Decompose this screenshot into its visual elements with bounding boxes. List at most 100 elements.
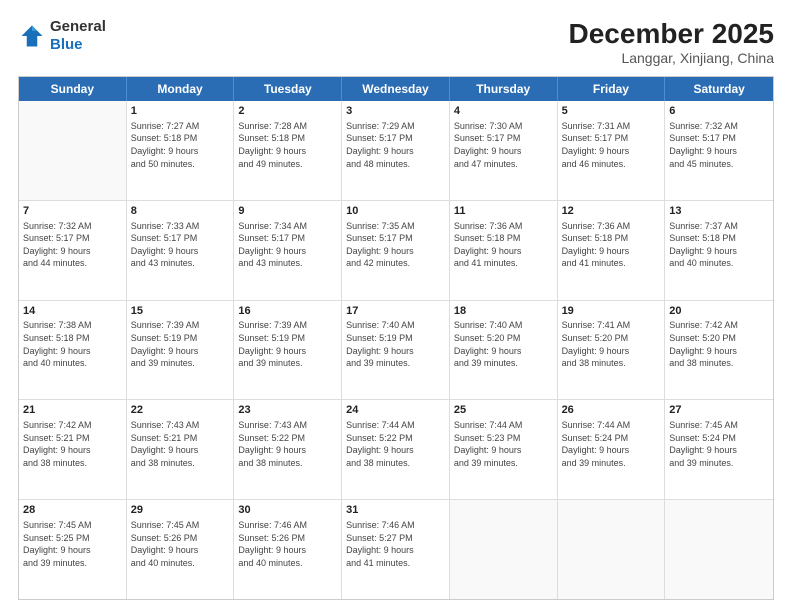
calendar-header-day: Friday: [558, 77, 666, 101]
day-info: Sunrise: 7:39 AM Sunset: 5:19 PM Dayligh…: [238, 319, 337, 369]
calendar-cell: 5Sunrise: 7:31 AM Sunset: 5:17 PM Daylig…: [558, 101, 666, 200]
calendar-cell: 15Sunrise: 7:39 AM Sunset: 5:19 PM Dayli…: [127, 301, 235, 400]
calendar-cell: 23Sunrise: 7:43 AM Sunset: 5:22 PM Dayli…: [234, 400, 342, 499]
day-info: Sunrise: 7:40 AM Sunset: 5:19 PM Dayligh…: [346, 319, 445, 369]
calendar-header-day: Tuesday: [234, 77, 342, 101]
logo: General Blue: [18, 18, 106, 54]
day-number: 21: [23, 403, 122, 418]
day-number: 2: [238, 104, 337, 119]
calendar-cell: 1Sunrise: 7:27 AM Sunset: 5:18 PM Daylig…: [127, 101, 235, 200]
logo-blue: Blue: [50, 36, 83, 53]
day-info: Sunrise: 7:46 AM Sunset: 5:27 PM Dayligh…: [346, 519, 445, 569]
day-info: Sunrise: 7:31 AM Sunset: 5:17 PM Dayligh…: [562, 120, 661, 170]
calendar-cell: 24Sunrise: 7:44 AM Sunset: 5:22 PM Dayli…: [342, 400, 450, 499]
page-title: December 2025: [569, 18, 774, 50]
day-info: Sunrise: 7:33 AM Sunset: 5:17 PM Dayligh…: [131, 220, 230, 270]
calendar-cell: 27Sunrise: 7:45 AM Sunset: 5:24 PM Dayli…: [665, 400, 773, 499]
calendar-cell: 16Sunrise: 7:39 AM Sunset: 5:19 PM Dayli…: [234, 301, 342, 400]
calendar-row: 14Sunrise: 7:38 AM Sunset: 5:18 PM Dayli…: [19, 301, 773, 401]
calendar-cell: 10Sunrise: 7:35 AM Sunset: 5:17 PM Dayli…: [342, 201, 450, 300]
day-number: 22: [131, 403, 230, 418]
calendar-cell: 26Sunrise: 7:44 AM Sunset: 5:24 PM Dayli…: [558, 400, 666, 499]
day-number: 24: [346, 403, 445, 418]
day-number: 9: [238, 204, 337, 219]
calendar-header-day: Sunday: [19, 77, 127, 101]
day-info: Sunrise: 7:38 AM Sunset: 5:18 PM Dayligh…: [23, 319, 122, 369]
day-number: 6: [669, 104, 769, 119]
day-info: Sunrise: 7:45 AM Sunset: 5:25 PM Dayligh…: [23, 519, 122, 569]
calendar-cell: 12Sunrise: 7:36 AM Sunset: 5:18 PM Dayli…: [558, 201, 666, 300]
calendar-cell: 25Sunrise: 7:44 AM Sunset: 5:23 PM Dayli…: [450, 400, 558, 499]
day-number: 27: [669, 403, 769, 418]
calendar-cell: 6Sunrise: 7:32 AM Sunset: 5:17 PM Daylig…: [665, 101, 773, 200]
day-info: Sunrise: 7:39 AM Sunset: 5:19 PM Dayligh…: [131, 319, 230, 369]
calendar-header-day: Wednesday: [342, 77, 450, 101]
day-info: Sunrise: 7:46 AM Sunset: 5:26 PM Dayligh…: [238, 519, 337, 569]
day-number: 18: [454, 304, 553, 319]
day-number: 20: [669, 304, 769, 319]
day-info: Sunrise: 7:27 AM Sunset: 5:18 PM Dayligh…: [131, 120, 230, 170]
day-info: Sunrise: 7:40 AM Sunset: 5:20 PM Dayligh…: [454, 319, 553, 369]
day-number: 29: [131, 503, 230, 518]
calendar-cell: 29Sunrise: 7:45 AM Sunset: 5:26 PM Dayli…: [127, 500, 235, 599]
calendar-cell: 17Sunrise: 7:40 AM Sunset: 5:19 PM Dayli…: [342, 301, 450, 400]
calendar-cell: 22Sunrise: 7:43 AM Sunset: 5:21 PM Dayli…: [127, 400, 235, 499]
calendar-cell: 9Sunrise: 7:34 AM Sunset: 5:17 PM Daylig…: [234, 201, 342, 300]
day-info: Sunrise: 7:36 AM Sunset: 5:18 PM Dayligh…: [454, 220, 553, 270]
day-number: 4: [454, 104, 553, 119]
calendar-cell: 14Sunrise: 7:38 AM Sunset: 5:18 PM Dayli…: [19, 301, 127, 400]
calendar-row: 7Sunrise: 7:32 AM Sunset: 5:17 PM Daylig…: [19, 201, 773, 301]
day-info: Sunrise: 7:29 AM Sunset: 5:17 PM Dayligh…: [346, 120, 445, 170]
day-info: Sunrise: 7:37 AM Sunset: 5:18 PM Dayligh…: [669, 220, 769, 270]
calendar-cell: 8Sunrise: 7:33 AM Sunset: 5:17 PM Daylig…: [127, 201, 235, 300]
calendar-cell: 19Sunrise: 7:41 AM Sunset: 5:20 PM Dayli…: [558, 301, 666, 400]
calendar-cell: 31Sunrise: 7:46 AM Sunset: 5:27 PM Dayli…: [342, 500, 450, 599]
day-info: Sunrise: 7:30 AM Sunset: 5:17 PM Dayligh…: [454, 120, 553, 170]
day-info: Sunrise: 7:43 AM Sunset: 5:22 PM Dayligh…: [238, 419, 337, 469]
page-subtitle: Langgar, Xinjiang, China: [569, 50, 774, 66]
calendar-cell: 4Sunrise: 7:30 AM Sunset: 5:17 PM Daylig…: [450, 101, 558, 200]
day-number: 25: [454, 403, 553, 418]
day-number: 14: [23, 304, 122, 319]
day-info: Sunrise: 7:41 AM Sunset: 5:20 PM Dayligh…: [562, 319, 661, 369]
day-number: 13: [669, 204, 769, 219]
day-info: Sunrise: 7:45 AM Sunset: 5:24 PM Dayligh…: [669, 419, 769, 469]
calendar-header-day: Thursday: [450, 77, 558, 101]
logo-general: General: [50, 18, 106, 35]
calendar-header: SundayMondayTuesdayWednesdayThursdayFrid…: [19, 77, 773, 101]
day-number: 8: [131, 204, 230, 219]
day-number: 16: [238, 304, 337, 319]
calendar-body: 1Sunrise: 7:27 AM Sunset: 5:18 PM Daylig…: [19, 101, 773, 599]
calendar-cell: 11Sunrise: 7:36 AM Sunset: 5:18 PM Dayli…: [450, 201, 558, 300]
day-info: Sunrise: 7:28 AM Sunset: 5:18 PM Dayligh…: [238, 120, 337, 170]
calendar-cell: 20Sunrise: 7:42 AM Sunset: 5:20 PM Dayli…: [665, 301, 773, 400]
calendar-cell: [450, 500, 558, 599]
day-number: 10: [346, 204, 445, 219]
calendar-cell: [19, 101, 127, 200]
calendar-cell: 28Sunrise: 7:45 AM Sunset: 5:25 PM Dayli…: [19, 500, 127, 599]
day-info: Sunrise: 7:42 AM Sunset: 5:20 PM Dayligh…: [669, 319, 769, 369]
day-info: Sunrise: 7:32 AM Sunset: 5:17 PM Dayligh…: [669, 120, 769, 170]
page: General Blue December 2025 Langgar, Xinj…: [0, 0, 792, 612]
calendar-cell: 3Sunrise: 7:29 AM Sunset: 5:17 PM Daylig…: [342, 101, 450, 200]
day-number: 19: [562, 304, 661, 319]
header: General Blue December 2025 Langgar, Xinj…: [18, 18, 774, 66]
calendar-header-day: Monday: [127, 77, 235, 101]
day-info: Sunrise: 7:34 AM Sunset: 5:17 PM Dayligh…: [238, 220, 337, 270]
day-info: Sunrise: 7:44 AM Sunset: 5:23 PM Dayligh…: [454, 419, 553, 469]
day-number: 31: [346, 503, 445, 518]
day-info: Sunrise: 7:42 AM Sunset: 5:21 PM Dayligh…: [23, 419, 122, 469]
logo-icon: [18, 22, 46, 50]
calendar-cell: [665, 500, 773, 599]
calendar-cell: 2Sunrise: 7:28 AM Sunset: 5:18 PM Daylig…: [234, 101, 342, 200]
calendar-header-day: Saturday: [665, 77, 773, 101]
calendar-cell: 21Sunrise: 7:42 AM Sunset: 5:21 PM Dayli…: [19, 400, 127, 499]
day-number: 7: [23, 204, 122, 219]
calendar-cell: [558, 500, 666, 599]
calendar-row: 21Sunrise: 7:42 AM Sunset: 5:21 PM Dayli…: [19, 400, 773, 500]
day-info: Sunrise: 7:45 AM Sunset: 5:26 PM Dayligh…: [131, 519, 230, 569]
calendar-cell: 30Sunrise: 7:46 AM Sunset: 5:26 PM Dayli…: [234, 500, 342, 599]
day-number: 28: [23, 503, 122, 518]
day-info: Sunrise: 7:44 AM Sunset: 5:24 PM Dayligh…: [562, 419, 661, 469]
day-number: 1: [131, 104, 230, 119]
